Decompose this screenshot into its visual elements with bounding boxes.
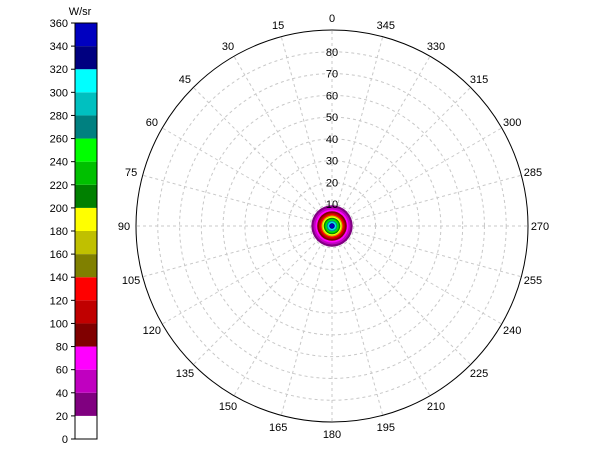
angle-label-120: 120 [143, 325, 161, 337]
colorbar-tick-label-260: 260 [50, 134, 68, 146]
colorbar-bin-0-20 [75, 415, 97, 439]
angle-label-225: 225 [470, 368, 488, 380]
colorbar-tick-label-220: 220 [50, 180, 68, 192]
angle-gridline-45 [193, 87, 333, 227]
angle-gridline-195 [331, 225, 384, 416]
angle-label-90: 90 [118, 221, 130, 233]
angle-gridline-75 [142, 174, 333, 227]
angle-label-30: 30 [222, 41, 234, 53]
colorbar-tick-label-140: 140 [50, 272, 68, 284]
angle-label-300: 300 [503, 117, 521, 129]
radial-label-30: 30 [326, 156, 338, 168]
colorbar-unit-label: W/sr [69, 6, 92, 18]
angle-label-105: 105 [122, 275, 140, 287]
colorbar-tick-label-60: 60 [56, 365, 68, 377]
angle-label-315: 315 [470, 74, 488, 86]
colorbar-bin-240-260 [75, 138, 97, 162]
angle-gridline-135 [193, 225, 333, 365]
colorbar-tick-label-200: 200 [50, 203, 68, 215]
colorbar-tick-label-20: 20 [56, 411, 68, 423]
colorbar-bin-140-160 [75, 254, 97, 278]
colorbar: 0 20 40 60 80 100 120 140 160 180 200 220 240 260 280 3… [50, 18, 98, 446]
angle-gridline-315 [331, 87, 471, 227]
angle-gridline-345 [331, 36, 384, 227]
angle-label-165: 165 [269, 422, 287, 434]
angle-label-180: 180 [323, 429, 341, 441]
angle-label-345: 345 [377, 20, 395, 32]
colorbar-bin-20-40 [75, 392, 97, 416]
angle-label-45: 45 [179, 74, 191, 86]
chart-root: W/sr 0 20 40 60 80 100 120 140 160 180 200 220 240 26… [0, 0, 600, 450]
colorbar-tick-label-160: 160 [50, 249, 68, 261]
radial-label-70: 70 [326, 69, 338, 81]
radial-label-80: 80 [326, 47, 338, 59]
angle-gridline-225 [331, 225, 471, 365]
colorbar-bin-220-240 [75, 161, 97, 185]
colorbar-bin-80-100 [75, 323, 97, 347]
colorbar-tick-label-280: 280 [50, 110, 68, 122]
angle-label-135: 135 [176, 368, 194, 380]
polar-plot: 0 15 30 45 60 75 90 105 120 135 150 165 180 195 210 225… [118, 13, 549, 441]
colorbar-tick-label-360: 360 [50, 18, 68, 30]
colorbar-tick-label-0: 0 [62, 434, 68, 446]
angle-label-150: 150 [219, 401, 237, 413]
colorbar-tick-label-80: 80 [56, 342, 68, 354]
colorbar-tick-label-120: 120 [50, 295, 68, 307]
colorbar-tick-label-180: 180 [50, 226, 68, 238]
colorbar-tick-label-300: 300 [50, 87, 68, 99]
colorbar-tick-label-240: 240 [50, 157, 68, 169]
angle-label-15: 15 [272, 20, 284, 32]
radial-label-50: 50 [326, 112, 338, 124]
colorbar-tick-label-40: 40 [56, 388, 68, 400]
radial-label-10: 10 [326, 199, 338, 211]
angle-label-255: 255 [524, 275, 542, 287]
angle-label-330: 330 [427, 41, 445, 53]
angle-label-195: 195 [377, 422, 395, 434]
colorbar-tick-label-100: 100 [50, 318, 68, 330]
angle-gridline-15 [280, 36, 333, 227]
angle-gridline-255 [331, 225, 522, 278]
colorbar-tick-label-340: 340 [50, 41, 68, 53]
angle-label-210: 210 [427, 401, 445, 413]
angle-label-240: 240 [503, 325, 521, 337]
colorbar-bin-200-220 [75, 184, 97, 208]
angle-label-285: 285 [524, 167, 542, 179]
colorbar-bin-300-320 [75, 69, 97, 93]
colorbar-bin-340-360 [75, 23, 97, 47]
angle-label-270: 270 [531, 221, 549, 233]
angle-label-75: 75 [125, 167, 137, 179]
colorbar-bin-100-120 [75, 300, 97, 324]
radial-label-40: 40 [326, 134, 338, 146]
colorbar-bin-260-280 [75, 115, 97, 139]
colorbar-tick-label-320: 320 [50, 64, 68, 76]
colorbar-bin-120-140 [75, 277, 97, 301]
angle-label-0: 0 [329, 13, 335, 25]
angle-gridline-165 [280, 225, 333, 416]
radial-label-20: 20 [326, 177, 338, 189]
radial-label-60: 60 [326, 90, 338, 102]
colorbar-bin-320-340 [75, 46, 97, 70]
angle-gridline-105 [142, 225, 333, 278]
intensity-ring-15 [330, 224, 334, 228]
angle-label-60: 60 [146, 117, 158, 129]
colorbar-bin-180-200 [75, 207, 97, 231]
colorbar-bin-60-80 [75, 346, 97, 370]
colorbar-bin-160-180 [75, 231, 97, 255]
colorbar-bin-40-60 [75, 369, 97, 393]
angle-gridline-285 [331, 174, 522, 227]
colorbar-bin-280-300 [75, 92, 97, 116]
polar-intensity-chart: W/sr 02040608010012014016018020022024026… [50, 6, 550, 446]
